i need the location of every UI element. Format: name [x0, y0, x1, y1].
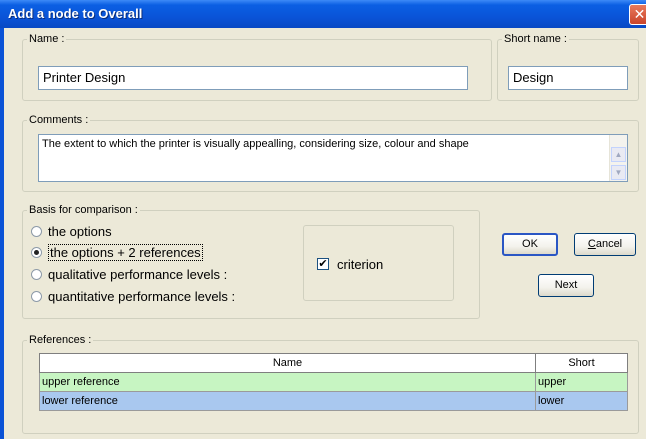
criterion-label: criterion — [337, 256, 384, 272]
close-icon[interactable]: ✕ — [629, 4, 646, 25]
dialog-window: Add a node to Overall ✕ Name : Printer D… — [0, 0, 646, 439]
criterion-checkbox[interactable]: ✔ — [317, 258, 329, 270]
criterion-box: ✔ criterion — [303, 225, 454, 301]
radio-label: the options + 2 references — [48, 243, 203, 261]
name-input[interactable]: Printer Design — [38, 66, 468, 90]
name-group: Name : Printer Design — [22, 33, 492, 101]
basis-group: Basis for comparison : the options the o… — [22, 204, 480, 319]
table-row[interactable]: lower reference lower — [39, 391, 628, 411]
radio-quantitative-levels[interactable]: quantitative performance levels : — [31, 287, 235, 305]
references-group: References : Name Short upper reference … — [22, 334, 639, 434]
column-header-short[interactable]: Short — [535, 353, 628, 373]
table-header-row: Name Short — [39, 353, 628, 373]
comments-group: Comments : The extent to which the print… — [22, 114, 639, 192]
column-header-name[interactable]: Name — [39, 353, 536, 373]
scroll-down-icon[interactable]: ▼ — [611, 165, 626, 180]
cancel-label-rest: ancel — [595, 238, 623, 250]
radio-button[interactable] — [31, 290, 42, 302]
radio-qualitative-levels[interactable]: qualitative performance levels : — [31, 265, 227, 283]
short-name-legend: Short name : — [502, 33, 569, 45]
radio-button[interactable] — [31, 268, 42, 280]
next-button[interactable]: Next — [538, 274, 594, 297]
name-legend: Name : — [27, 33, 67, 45]
short-name-group: Short name : Design — [497, 33, 639, 101]
radio-label: quantitative performance levels : — [48, 288, 236, 304]
reference-short-cell[interactable]: lower — [535, 391, 628, 411]
comments-textarea[interactable]: The extent to which the printer is visua… — [38, 134, 628, 182]
basis-legend: Basis for comparison : — [27, 204, 140, 216]
cancel-button[interactable]: Cancel — [574, 233, 636, 256]
ok-button[interactable]: OK — [502, 233, 558, 256]
cancel-accesskey: C — [587, 238, 596, 250]
comments-legend: Comments : — [27, 114, 91, 126]
radio-options-plus-references[interactable]: the options + 2 references — [31, 243, 203, 261]
radio-the-options[interactable]: the options — [31, 222, 112, 240]
short-name-input[interactable]: Design — [508, 66, 628, 90]
references-legend: References : — [27, 334, 94, 346]
radio-button-selected[interactable] — [31, 246, 42, 258]
radio-button[interactable] — [31, 225, 42, 237]
radio-label: qualitative performance levels : — [48, 266, 228, 282]
dialog-client-area: Name : Printer Design Short name : Desig… — [4, 28, 646, 439]
comments-scrollbar[interactable]: ▲ ▼ — [609, 135, 627, 181]
scroll-up-icon[interactable]: ▲ — [611, 147, 626, 162]
reference-name-cell[interactable]: upper reference — [39, 372, 536, 392]
radio-label: the options — [48, 223, 112, 239]
criterion-checkbox-row[interactable]: ✔ criterion — [317, 255, 383, 273]
table-row[interactable]: upper reference upper — [39, 372, 628, 392]
references-table: Name Short upper reference upper lower r… — [39, 353, 628, 411]
comments-text: The extent to which the printer is visua… — [42, 138, 469, 150]
window-title: Add a node to Overall — [8, 6, 143, 21]
reference-short-cell[interactable]: upper — [535, 372, 628, 392]
reference-name-cell[interactable]: lower reference — [39, 391, 536, 411]
title-bar[interactable]: Add a node to Overall ✕ — [0, 0, 646, 28]
